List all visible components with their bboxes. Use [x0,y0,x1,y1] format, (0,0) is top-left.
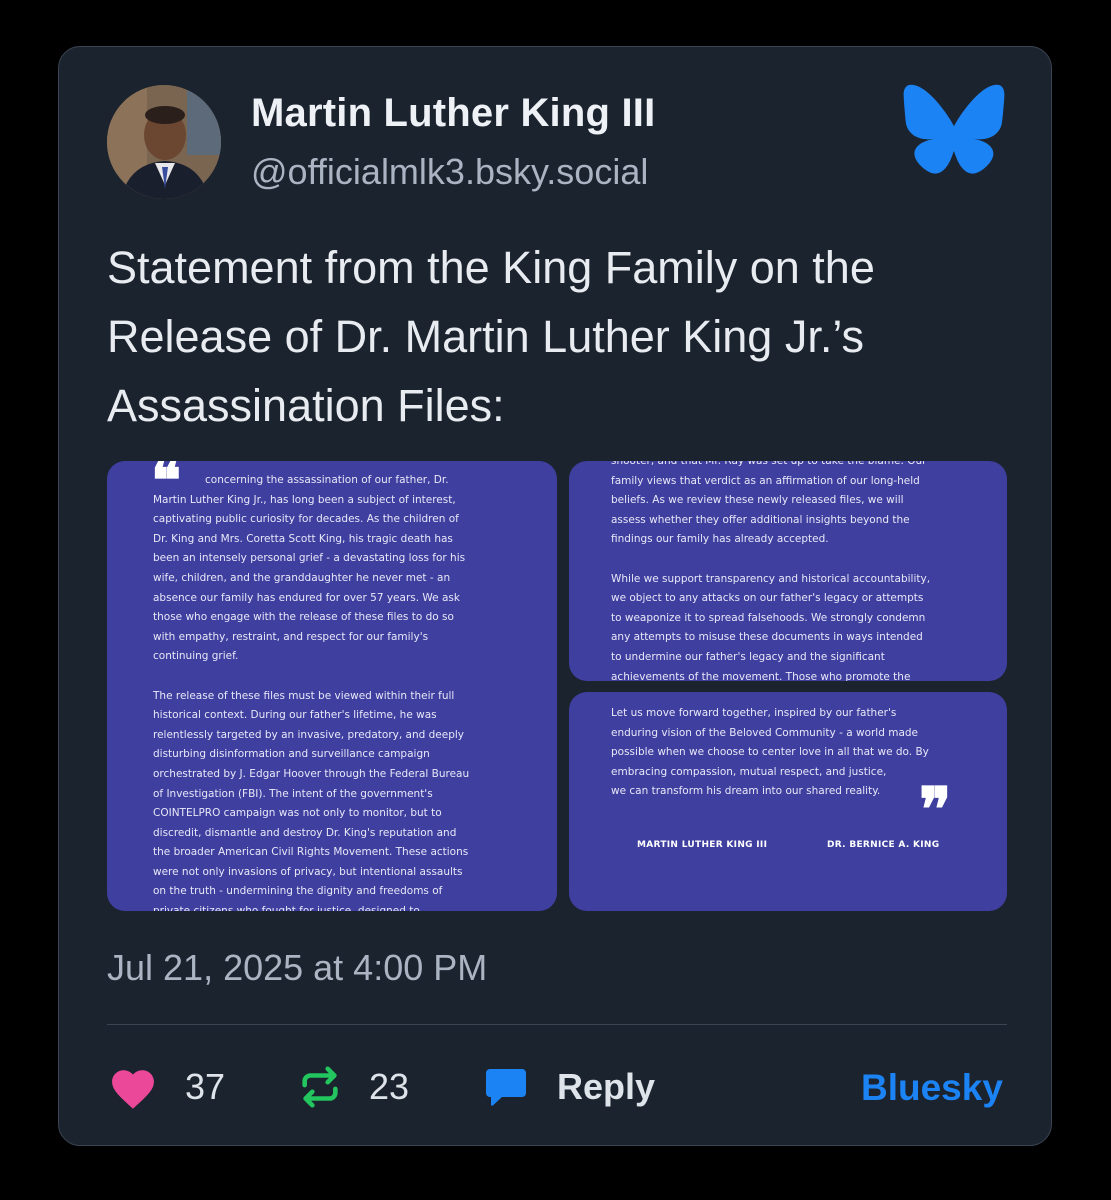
author-name[interactable]: Martin Luther King III [251,91,655,136]
repost-button[interactable]: 23 [297,1063,409,1111]
image-text-line: The release of these files must be viewe… [153,689,455,702]
image-text-line: discredit, dismantle and destroy Dr. Kin… [153,826,457,839]
statement-image-1[interactable]: ❝ concerning the assassination of our fa… [107,461,557,911]
signature-bernice-king: DR. BERNICE A. KING [827,840,940,850]
bluesky-butterfly-icon[interactable] [901,83,1007,175]
image-text-line: relentlessly targeted by an invasive, pr… [153,728,465,741]
image-text-line: shooter, and that Mr. Ray was set up to … [611,461,927,467]
post-timestamp[interactable]: Jul 21, 2025 at 4:00 PM [107,947,487,989]
post-text-line: Assassination Files: [107,380,505,431]
heart-icon [112,1070,154,1109]
image-text-line: we object to any attacks on our father's… [611,592,924,605]
image-text-line: the broader American Civil Rights Moveme… [153,846,469,859]
image-text-line: beliefs. As we review these newly releas… [611,494,904,507]
image-text-line [153,667,557,687]
open-quote-icon: ❝ [151,461,182,514]
image-text-line: possible when we choose to center love i… [611,746,929,759]
divider [107,1024,1007,1025]
image-text-line: were not only invasions of privacy, but … [153,865,463,878]
image-text-line: wife, children, and the granddaughter he… [153,571,451,584]
post-text-line: Statement from the King Family on the [107,242,875,293]
repost-icon [302,1066,338,1108]
repost-count: 23 [369,1066,410,1107]
image-text-line: on the truth - undermining the dignity a… [153,885,443,898]
post-text-line: Release of Dr. Martin Luther King Jr.’s [107,311,865,362]
image-text-line: captivating public curiosity for decades… [153,513,459,526]
reply-label: Reply [557,1066,656,1107]
image-text-line: Dr. King and Mrs. Coretta Scott King, hi… [153,532,453,545]
image-text-line: absence our family has endured for over … [153,591,460,604]
image-text-line: historical context. During our father's … [153,709,437,722]
speech-bubble-icon [486,1069,526,1106]
statement-image-3[interactable]: Let us move forward together, inspired b… [569,692,1007,911]
image-text-line: Martin Luther King Jr., has long been a … [153,493,456,506]
image-text-line: Let us move forward together, inspired b… [611,707,897,719]
author-handle[interactable]: @officialmlk3.bsky.social [251,151,648,193]
image-text-line: continuing grief. [153,650,239,663]
image-text-line: orchestrated by J. Edgar Hoover through … [153,767,470,780]
image-text-line: disturbing disinformation and surveillan… [153,748,430,761]
image-text-line: to weaponize it to spread falsehoods. We… [611,611,926,624]
avatar[interactable] [107,85,221,199]
image-text-line: been an intensely personal grief - a dev… [153,552,466,565]
image-text-line: achievements of the movement. Those who … [611,670,911,681]
image-text-line: COINTELPRO campaign was not only to moni… [153,807,442,820]
image-text-line: While we support transparency and histor… [611,572,931,585]
image-text-line: private citizens who fought for justice,… [153,902,557,911]
statement-image-2[interactable]: shooter, and that Mr. Ray was set up to … [569,461,1007,681]
signature-mlk3: MARTIN LUTHER KING III [637,840,768,850]
image-text-line: those who engage with the release of the… [153,611,454,624]
image-text-line [611,550,1007,570]
bluesky-link[interactable]: Bluesky [861,1067,1003,1109]
image-text-line: concerning the assassination of our fath… [205,474,449,486]
post-text: Statement from the King Family on the Re… [107,233,1007,440]
reply-button[interactable]: Reply [481,1063,655,1111]
image-text-line: assess whether they offer additional ins… [611,513,910,526]
image-text-line: of Investigation (FBI). The intent of th… [153,787,433,800]
image-text-line: family views that verdict as an affirmat… [611,474,920,487]
close-quote-icon: ❞ [919,775,952,845]
post-card: Martin Luther King III @officialmlk3.bsk… [58,46,1052,1146]
image-text-line: any attempts to misuse these documents i… [611,631,923,644]
like-count: 37 [185,1066,226,1107]
image-text-line: enduring vision of the Beloved Community… [611,726,919,739]
image-text-line: to undermine our father's legacy and the… [611,650,885,663]
image-text-line: with empathy, restraint, and respect for… [153,630,429,643]
like-button[interactable]: 37 [107,1063,225,1111]
image-text-line: findings our family has already accepted… [611,533,829,546]
